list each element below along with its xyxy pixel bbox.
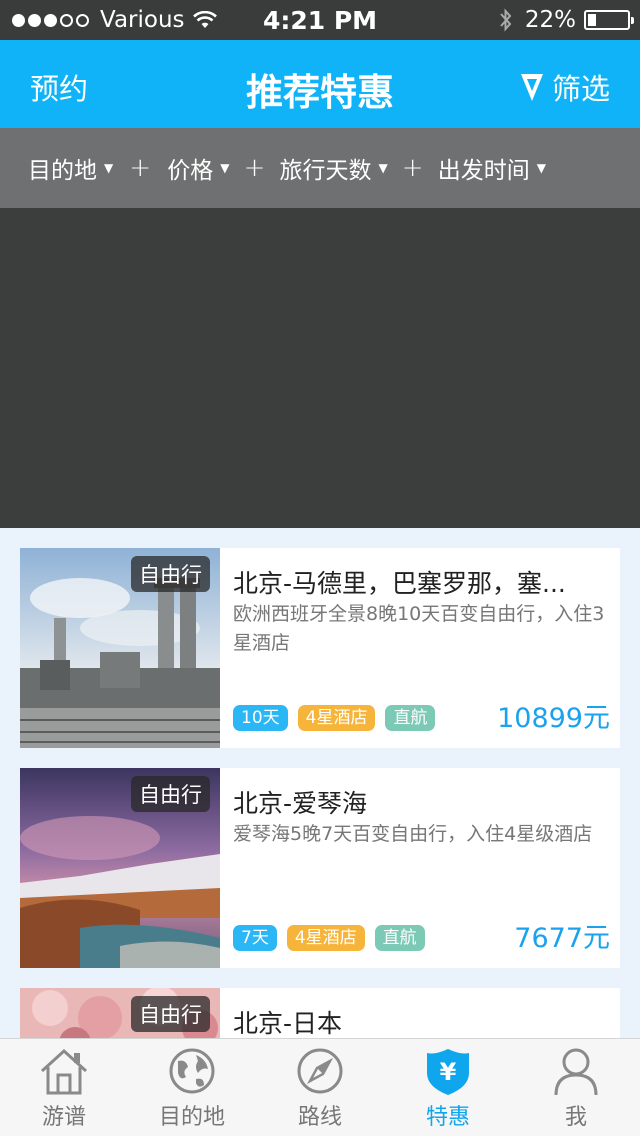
days-badge: 7天 bbox=[233, 925, 277, 951]
banner-area[interactable] bbox=[0, 208, 640, 528]
globe-icon bbox=[169, 1048, 215, 1094]
filter-button[interactable]: 筛选 bbox=[520, 66, 610, 108]
tab-label: 我 bbox=[564, 1105, 587, 1130]
status-bar: Various 4:21 PM 22% bbox=[0, 0, 640, 40]
deal-thumbnail: 自由行 bbox=[20, 988, 220, 1038]
person-icon bbox=[554, 1048, 598, 1096]
deal-title: 北京-爱琴海 bbox=[233, 789, 368, 818]
deal-price: 10899元 bbox=[497, 703, 610, 734]
bluetooth-icon bbox=[500, 8, 512, 32]
deal-description: 欧洲西班牙全景8晚10天百变自由行，入住3星酒店 bbox=[233, 603, 605, 654]
flight-badge: 直航 bbox=[385, 705, 436, 731]
compass-icon bbox=[297, 1048, 343, 1094]
filter-days-label: 旅行天数 bbox=[279, 158, 372, 184]
filter-price[interactable]: 价格 ▼ bbox=[167, 151, 229, 185]
svg-text:¥: ¥ bbox=[440, 1058, 457, 1086]
deal-card[interactable]: 自由行 北京-日本 bbox=[20, 988, 620, 1038]
battery-percent: 22% bbox=[524, 7, 576, 33]
tab-deals[interactable]: ¥ 特惠 bbox=[384, 1039, 512, 1136]
tab-youpu[interactable]: 游谱 bbox=[0, 1039, 128, 1136]
deal-badges: 10天 4星酒店 直航 bbox=[233, 705, 445, 731]
filter-departure-time[interactable]: 出发时间 ▼ bbox=[438, 151, 546, 185]
deal-title: 北京-日本 bbox=[233, 1009, 343, 1038]
tab-label: 特惠 bbox=[425, 1105, 470, 1130]
deal-list[interactable]: 自由行 北京-马德里，巴塞罗那，塞... 欧洲西班牙全景8晚10天百变自由行，入… bbox=[0, 528, 640, 1038]
tab-route[interactable]: 路线 bbox=[256, 1039, 384, 1136]
status-right: 22% bbox=[499, 7, 634, 33]
tab-label: 游谱 bbox=[41, 1105, 86, 1130]
battery-icon bbox=[584, 10, 634, 30]
tab-destination[interactable]: 目的地 bbox=[128, 1039, 256, 1136]
nav-bar: 预约 推荐特惠 筛选 bbox=[0, 40, 640, 128]
house-icon bbox=[40, 1048, 88, 1095]
filter-bar: 目的地 ▼ + 价格 ▼ + 旅行天数 ▼ + 出发时间 ▼ bbox=[0, 128, 640, 208]
yen-shield-icon: ¥ bbox=[427, 1049, 469, 1095]
filter-days[interactable]: 旅行天数 ▼ bbox=[279, 151, 387, 185]
filter-icon bbox=[520, 74, 543, 101]
deal-thumbnail: 自由行 bbox=[20, 768, 220, 968]
hotel-badge: 4星酒店 bbox=[297, 705, 376, 731]
caret-down-icon: ▼ bbox=[220, 161, 230, 175]
tab-me[interactable]: 我 bbox=[512, 1039, 640, 1136]
trip-type-tag: 自由行 bbox=[131, 776, 210, 812]
plus-icon: + bbox=[243, 153, 266, 183]
days-badge: 10天 bbox=[233, 705, 288, 731]
filter-departure-time-label: 出发时间 bbox=[437, 158, 530, 184]
filter-price-label: 价格 bbox=[167, 158, 214, 184]
trip-type-tag: 自由行 bbox=[131, 996, 210, 1032]
tab-label: 目的地 bbox=[158, 1105, 225, 1130]
tab-bar: 游谱 目的地 路线 ¥ 特惠 我 bbox=[0, 1038, 640, 1136]
caret-down-icon: ▼ bbox=[536, 161, 546, 175]
filter-destination[interactable]: 目的地 ▼ bbox=[28, 151, 113, 185]
hotel-badge: 4星酒店 bbox=[286, 925, 365, 951]
filter-destination-label: 目的地 bbox=[28, 158, 97, 184]
deal-title: 北京-马德里，巴塞罗那，塞... bbox=[233, 569, 566, 598]
plus-icon: + bbox=[129, 153, 152, 183]
deal-price: 7677元 bbox=[514, 923, 610, 954]
deal-badges: 7天 4星酒店 直航 bbox=[233, 925, 435, 951]
caret-down-icon: ▼ bbox=[104, 161, 114, 175]
trip-type-tag: 自由行 bbox=[131, 556, 210, 592]
flight-badge: 直航 bbox=[374, 925, 425, 951]
deal-description: 爱琴海5晚7天百变自由行，入住4星级酒店 bbox=[233, 823, 593, 845]
deal-card[interactable]: 自由行 北京-马德里，巴塞罗那，塞... 欧洲西班牙全景8晚10天百变自由行，入… bbox=[20, 548, 620, 748]
tab-label: 路线 bbox=[297, 1105, 342, 1130]
plus-icon: + bbox=[401, 153, 424, 183]
caret-down-icon: ▼ bbox=[378, 161, 388, 175]
deal-card[interactable]: 自由行 北京-爱琴海 爱琴海5晚7天百变自由行，入住4星级酒店 7天 4星酒店 … bbox=[20, 768, 620, 968]
deal-thumbnail: 自由行 bbox=[20, 548, 220, 748]
filter-label: 筛选 bbox=[551, 72, 610, 106]
